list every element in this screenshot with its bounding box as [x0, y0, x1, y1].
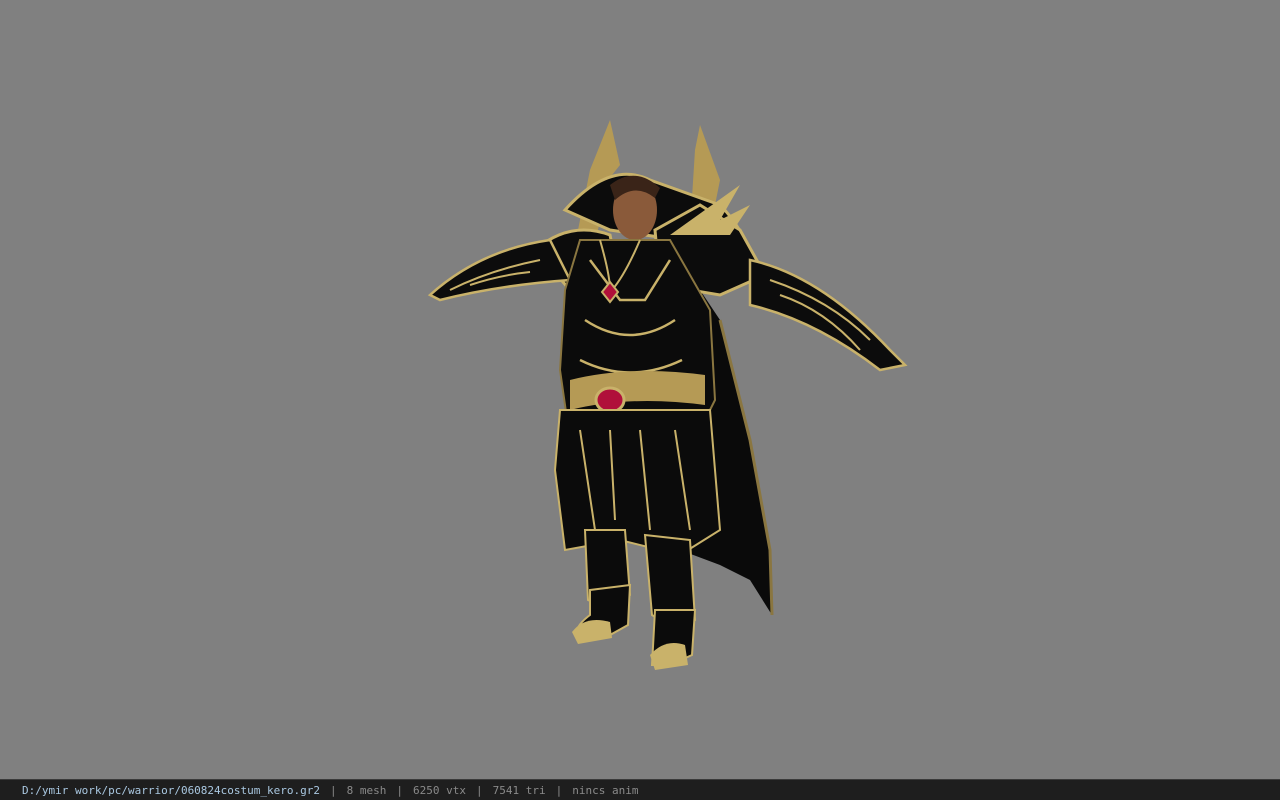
animation-status: nincs anim [572, 783, 639, 797]
vertex-count: 6250 vtx [413, 783, 466, 797]
separator: | [555, 783, 563, 797]
model-viewport[interactable] [0, 0, 1280, 779]
separator: | [476, 783, 483, 797]
triangle-count: 7541 tri [492, 783, 546, 797]
arm-right [748, 258, 908, 372]
file-path: D:/ymir work/pc/warrior/060824costum_ker… [22, 783, 321, 797]
character-model [427, 120, 908, 670]
mesh-count: 8 mesh [346, 783, 387, 797]
status-bar: D:/ymir work/pc/warrior/060824costum_ker… [0, 779, 1280, 800]
separator: | [396, 783, 404, 797]
boot-left-toe [572, 619, 612, 644]
separator: | [330, 783, 337, 797]
belt-buckle [594, 386, 626, 414]
